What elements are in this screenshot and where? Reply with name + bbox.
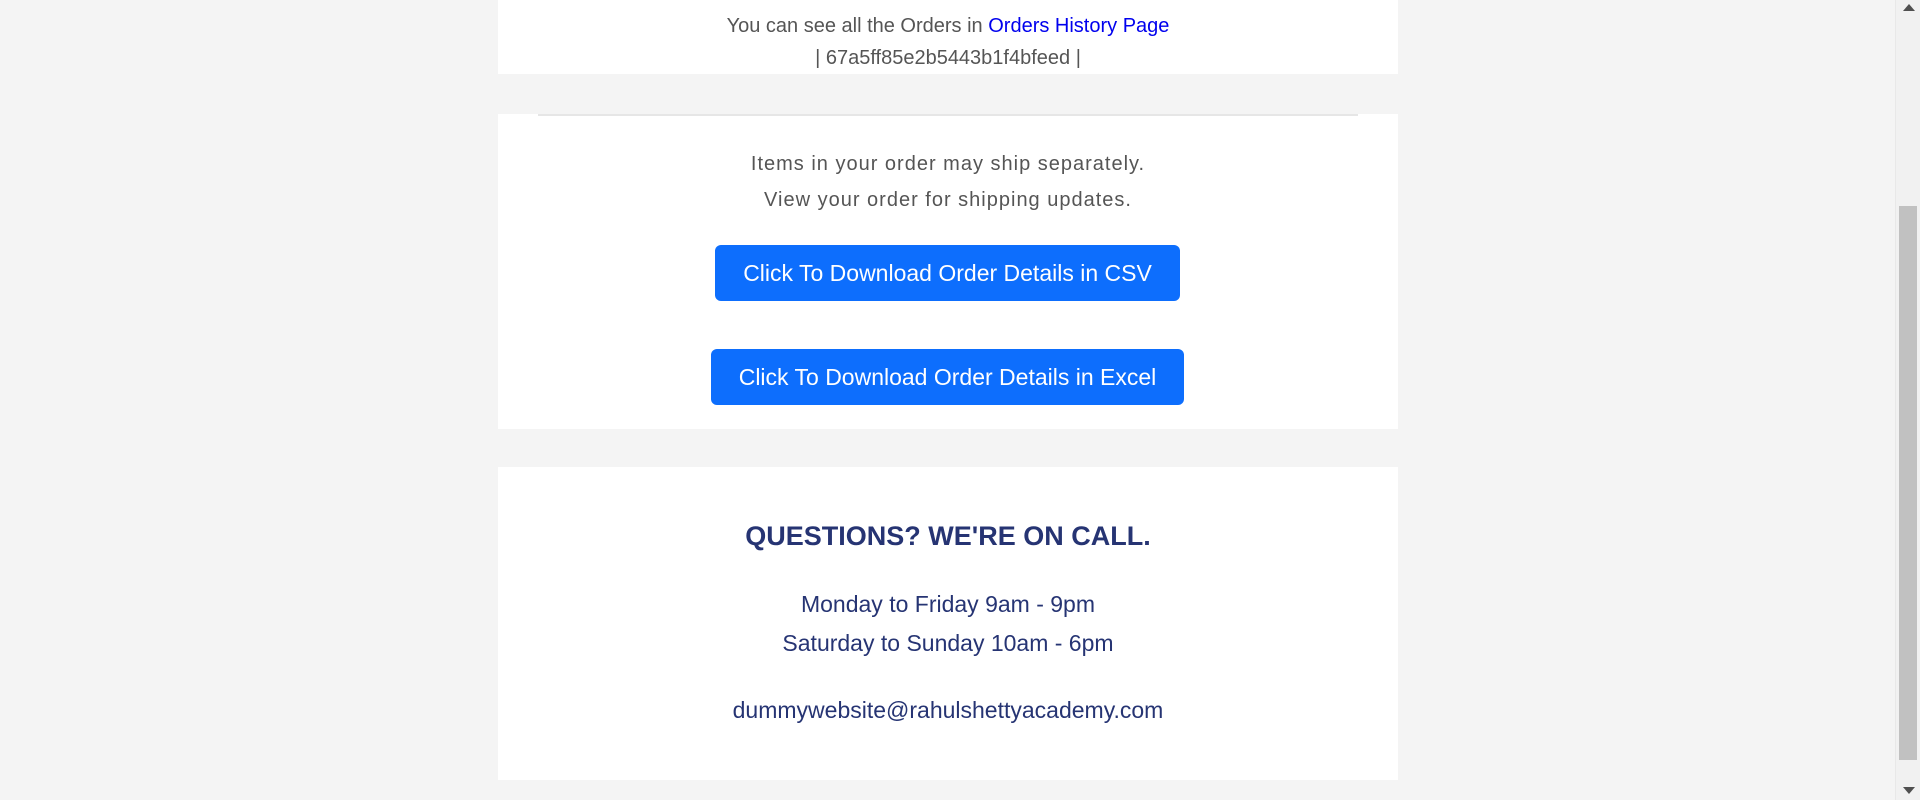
orders-info-card: You can see all the Orders in Orders His… bbox=[498, 0, 1398, 74]
shipping-note-line2: View your order for shipping updates. bbox=[764, 189, 1132, 211]
shipping-card: Items in your order may ship separately.… bbox=[498, 114, 1398, 429]
support-email: dummywebsite@rahulshettyacademy.com bbox=[732, 697, 1164, 723]
support-hours-weekend: Saturday to Sunday 10am - 6pm bbox=[782, 630, 1114, 656]
scroll-up-arrow-icon[interactable] bbox=[1903, 4, 1915, 11]
scroll-thumb[interactable] bbox=[1899, 206, 1917, 760]
download-excel-button[interactable]: Click To Download Order Details in Excel bbox=[711, 349, 1184, 405]
support-hours-weekday: Monday to Friday 9am - 9pm bbox=[800, 591, 1095, 617]
order-id: | 67a5ff85e2b5443b1f4bfeed | bbox=[815, 47, 1081, 69]
vertical-scrollbar[interactable] bbox=[1895, 0, 1920, 800]
divider bbox=[538, 114, 1358, 116]
orders-history-prefix: You can see all the Orders in bbox=[726, 15, 989, 37]
page: You can see all the Orders in Orders His… bbox=[0, 0, 1920, 800]
download-csv-button[interactable]: Click To Download Order Details in CSV bbox=[715, 245, 1180, 301]
support-card: QUESTIONS? WE'RE ON CALL. Monday to Frid… bbox=[498, 467, 1398, 780]
orders-history-line: You can see all the Orders in Orders His… bbox=[498, 15, 1398, 38]
shipping-note-line1: Items in your order may ship separately. bbox=[750, 153, 1146, 175]
scroll-down-arrow-icon[interactable] bbox=[1903, 787, 1915, 794]
orders-history-link[interactable]: Orders History Page bbox=[988, 15, 1169, 37]
support-title: QUESTIONS? WE'RE ON CALL. bbox=[745, 521, 1151, 551]
